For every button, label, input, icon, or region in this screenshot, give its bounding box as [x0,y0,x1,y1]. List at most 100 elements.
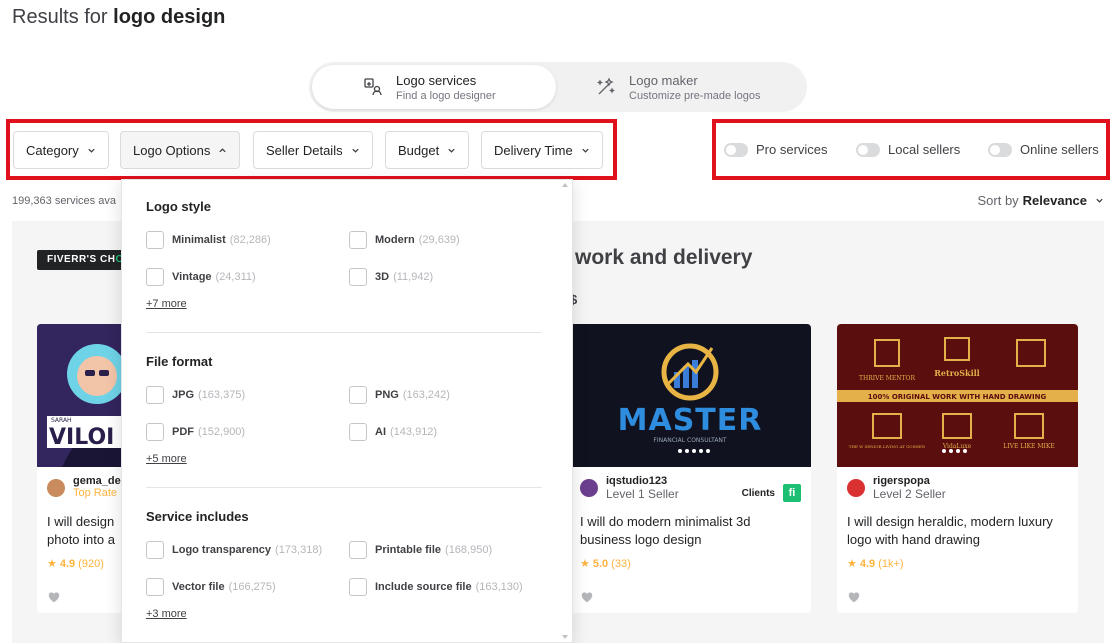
toggle-pro-services[interactable]: Pro services [724,142,828,157]
checkbox-modern[interactable]: Modern (29,639) [349,231,460,249]
seller-name[interactable]: iqstudio123 [606,475,679,487]
toggle-switch[interactable] [724,142,748,157]
avatar[interactable] [847,479,865,497]
divider [146,487,542,488]
checkbox-box[interactable] [146,386,164,404]
logo-options-dropdown: Logo style Minimalist (82,286) Modern (29,… [121,179,573,643]
checkbox-jpg[interactable]: JPG (163,375) [146,386,245,404]
heart-icon[interactable] [580,590,594,604]
checkbox-printable-file[interactable]: Printable file (168,950) [349,541,492,559]
gig-rating: ★ 4.9 (920) [47,557,104,571]
checkbox-box[interactable] [349,231,367,249]
checkbox-3d[interactable]: 3D (11,942) [349,268,433,286]
svg-text:100% ORIGINAL WORK WITH HAND D: 100% ORIGINAL WORK WITH HAND DRAWING [868,393,1047,401]
filter-delivery-time-button[interactable]: Delivery Time [481,131,603,169]
badge-text: FIVERR'S CH [47,254,116,265]
gig-title[interactable]: I will design heraldic, modern luxury lo… [847,513,1072,549]
checkbox-include-source-file[interactable]: Include source file (163,130) [349,578,523,596]
filter-logo-options-label: Logo Options [133,142,211,158]
filter-category-button[interactable]: Category [13,131,109,169]
section-title-file-format: File format [146,354,213,369]
star-icon: ★ [580,558,590,570]
heart-icon[interactable] [47,590,61,604]
toggle-switch[interactable] [988,142,1012,157]
chevron-down-icon [582,148,589,153]
svg-text:THE W SENIOR LIVING AT GOSHEN: THE W SENIOR LIVING AT GOSHEN [849,444,926,449]
checkbox-ai[interactable]: AI (143,912) [349,423,437,441]
toggle-switch[interactable] [856,142,880,157]
checkbox-box[interactable] [146,231,164,249]
checkbox-box[interactable] [349,578,367,596]
svg-text:FINANCIAL CONSULTANT: FINANCIAL CONSULTANT [653,437,727,444]
svg-text:MASTER: MASTER [618,403,763,438]
checkbox-box[interactable] [349,386,367,404]
logo-services-title: Logo services [396,72,477,88]
section-title-logo-style: Logo style [146,199,212,214]
checkbox-vintage[interactable]: Vintage (24,311) [146,268,256,286]
checkbox-vector-file[interactable]: Vector file (166,275) [146,578,276,596]
toggle-pro-services-label: Pro services [756,142,828,157]
checkbox-box[interactable] [146,578,164,596]
seller-level: Top Rate [73,487,118,499]
filter-budget-button[interactable]: Budget [385,131,470,169]
show-more-service-includes-link[interactable]: +3 more [146,608,187,620]
heart-icon[interactable] [847,590,861,604]
svg-text:VILOI: VILOI [49,425,114,450]
gig-rating: ★ 4.9 (1k+) [847,557,904,571]
checkbox-box[interactable] [146,423,164,441]
filter-logo-options-button[interactable]: Logo Options [120,131,241,169]
divider [146,332,542,333]
checkbox-png[interactable]: PNG (163,242) [349,386,450,404]
star-icon: ★ [847,558,857,570]
filter-seller-details-button[interactable]: Seller Details [253,131,373,169]
chevron-up-icon [219,147,226,152]
svg-text:THRIVE MENTOR: THRIVE MENTOR [859,375,915,382]
chevron-down-icon [1096,198,1103,203]
checkbox-box[interactable] [349,423,367,441]
show-more-logo-style-link[interactable]: +7 more [146,298,187,310]
seller-info: rigerspopa Level 2 Seller [847,475,946,501]
seller-level: Level 2 Seller [873,487,946,501]
page-title: Results for logo design [12,6,226,28]
clients-badge[interactable]: Clients fi [742,484,801,502]
logo-maker-option[interactable]: Logo maker Customize pre-made logos [565,65,809,109]
gig-card[interactable]: MASTER FINANCIAL CONSULTANT iqstudio123 … [570,324,811,613]
checkbox-pdf[interactable]: PDF (152,900) [146,423,245,441]
gig-title[interactable]: I will do modern minimalist 3d business … [580,513,805,549]
toggle-local-sellers[interactable]: Local sellers [856,142,960,157]
toggle-online-sellers[interactable]: Online sellers [988,142,1099,157]
logo-maker-subtitle: Customize pre-made logos [629,89,761,102]
filter-seller-details-label: Seller Details [266,142,343,158]
filter-delivery-time-label: Delivery Time [494,142,573,158]
avatar[interactable] [580,479,598,497]
seller-name[interactable]: rigerspopa [873,475,946,487]
service-type-switcher: Logo services Find a logo designer Logo … [309,62,807,112]
gig-image[interactable]: THRIVE MENTOR RetroSkill 100% ORIGINAL W… [837,324,1078,467]
avatar[interactable] [47,479,65,497]
gig-rating: ★ 5.0 (33) [580,557,631,571]
gig-card[interactable]: THRIVE MENTOR RetroSkill 100% ORIGINAL W… [837,324,1078,613]
gig-image[interactable]: MASTER FINANCIAL CONSULTANT [570,324,811,467]
seller-info: iqstudio123 Level 1 Seller [580,475,679,501]
checkbox-box[interactable] [146,268,164,286]
checkbox-minimalist[interactable]: Minimalist (82,286) [146,231,271,249]
logo-maker-title: Logo maker [629,72,698,88]
scroll-down-arrow-icon[interactable] [562,635,568,639]
fiverrs-choice-badge: FIVERR'S CHO [37,250,129,270]
sort-dropdown[interactable]: Sort by Relevance [977,193,1104,208]
logo-services-option[interactable]: Logo services Find a logo designer [312,65,556,109]
svg-text:VidaLuxe: VidaLuxe [942,443,972,450]
checkbox-logo-transparency[interactable]: Logo transparency (173,318) [146,541,322,559]
show-more-file-format-link[interactable]: +5 more [146,453,187,465]
checkbox-box[interactable] [146,541,164,559]
seller-name[interactable]: gema_de [73,475,121,487]
checkbox-box[interactable] [349,541,367,559]
fiverr-client-icon: fi [783,484,801,502]
filter-budget-label: Budget [398,142,440,158]
magic-wand-icon [595,76,617,98]
scroll-up-arrow-icon[interactable] [562,183,568,187]
checkbox-box[interactable] [349,268,367,286]
logo-services-subtitle: Find a logo designer [396,89,496,102]
dropdown-scrollbar[interactable] [558,180,572,642]
section-title-service-includes: Service includes [146,509,249,524]
